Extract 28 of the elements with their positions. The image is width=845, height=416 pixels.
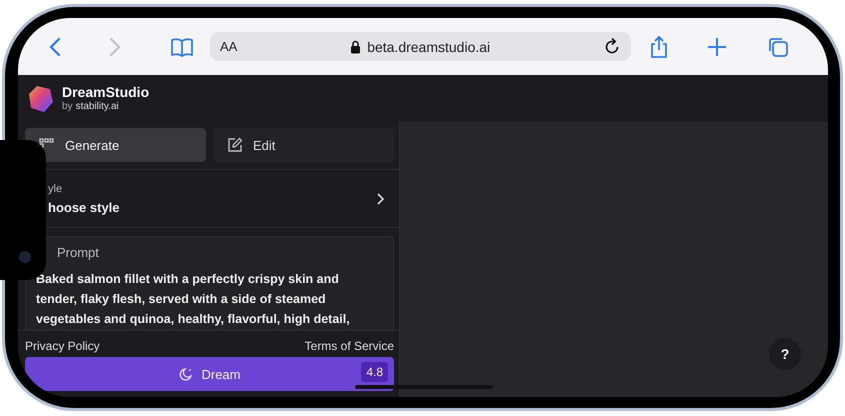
mode-tab[interactable]: Edit — [213, 128, 394, 162]
text-size-button[interactable]: AA — [220, 39, 238, 54]
book-icon[interactable] — [170, 36, 194, 56]
brand-name: stability.ai — [76, 100, 119, 113]
style-label: yle — [48, 182, 64, 194]
credit-cost: 4.8 — [361, 362, 388, 382]
terms-link[interactable]: Terms of Service — [304, 339, 394, 353]
dream-button[interactable]: Dream 4.8 — [25, 357, 394, 391]
plus-icon[interactable] — [707, 36, 727, 56]
byline-prefix: by — [62, 100, 73, 113]
reload-icon[interactable] — [603, 38, 621, 56]
lock-icon — [350, 40, 362, 54]
prompt-label: Prompt — [56, 245, 100, 260]
moon-icon — [178, 366, 194, 382]
privacy-link[interactable]: Privacy Policy — [25, 339, 100, 353]
share-icon[interactable] — [649, 34, 669, 58]
prompt-text[interactable]: Baked salmon fillet with a perfectly crispy skin and tender, flaky flesh, served with a side of steamed vegetables and quinoa, healthy, flavorful, high detail, — [36, 269, 383, 329]
style-selector[interactable]: yle hoose style — [48, 170, 399, 227]
tabs-icon[interactable] — [767, 36, 789, 58]
style-value: hoose style — [48, 200, 121, 214]
chevron-right-icon — [376, 192, 385, 206]
edit-icon — [227, 137, 243, 153]
address-bar[interactable]: AA beta.dreamstudio.ai — [210, 32, 631, 61]
back-icon[interactable] — [48, 36, 62, 56]
mode-tab[interactable]: Generate — [25, 128, 206, 162]
app-name: DreamStudio — [62, 84, 150, 101]
url-text: beta.dreamstudio.ai — [367, 38, 490, 54]
logo-icon — [28, 84, 54, 112]
